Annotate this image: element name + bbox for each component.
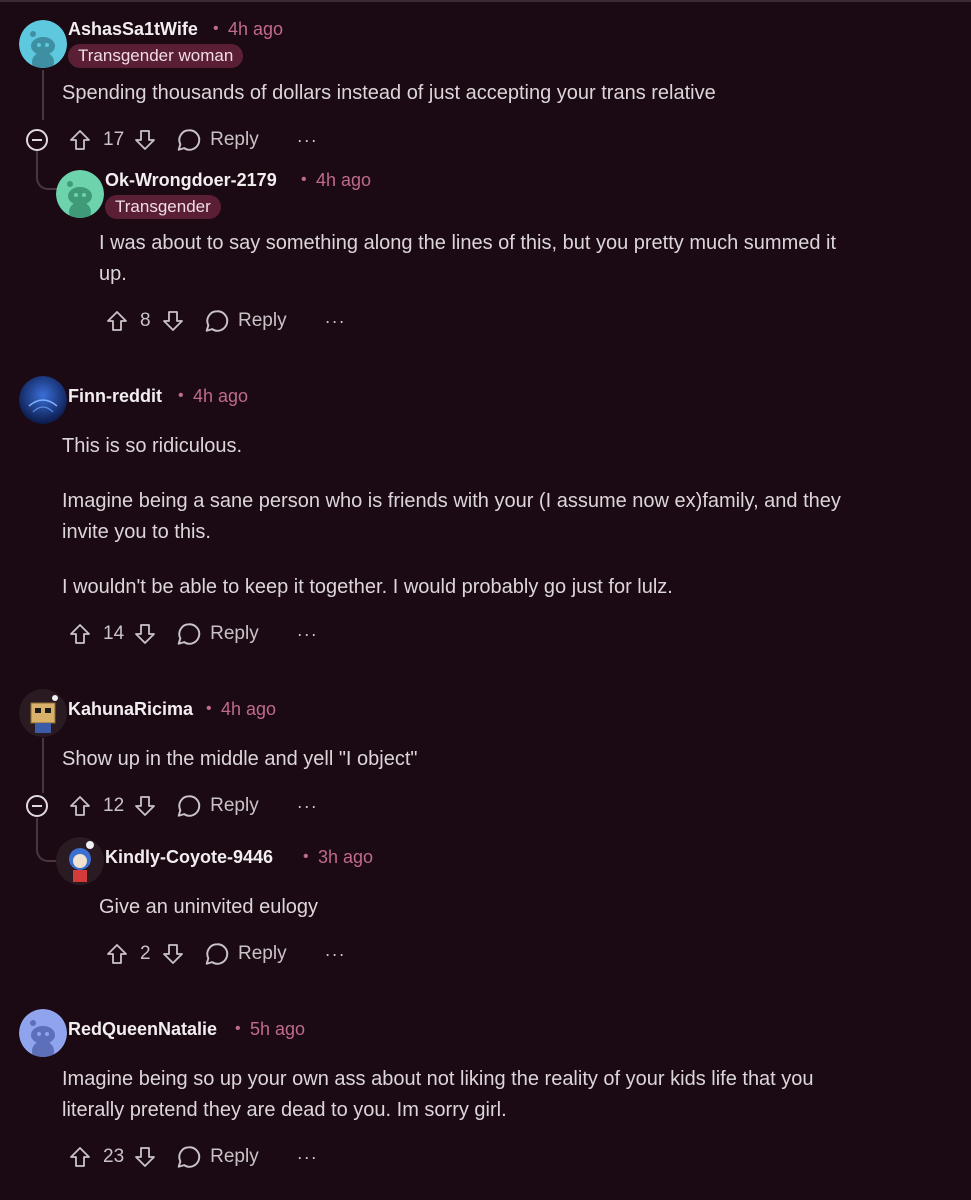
comment-body: I was about to say something along the l…: [99, 232, 837, 285]
reply-button[interactable]: Reply: [204, 308, 287, 334]
snoo-avatar-icon: [19, 1009, 67, 1057]
username[interactable]: AshasSa1tWife: [68, 19, 198, 40]
reply-button[interactable]: Reply: [176, 1144, 259, 1170]
reply-label: Reply: [210, 623, 259, 644]
arrow-down-icon[interactable]: [160, 941, 186, 967]
vote-score: 23: [103, 1146, 125, 1167]
vote-score: 17: [103, 129, 125, 150]
reply-button[interactable]: Reply: [176, 793, 259, 819]
timestamp: 5h ago: [250, 1019, 306, 1039]
reply-label: Reply: [238, 310, 287, 331]
username[interactable]: Finn-reddit: [68, 386, 162, 407]
collapse-icon[interactable]: [26, 129, 48, 151]
more-options-button[interactable]: ···: [297, 1147, 318, 1168]
thread-line: [42, 70, 44, 120]
speech-bubble-icon: [205, 943, 229, 965]
arrow-up-icon[interactable]: [67, 793, 93, 819]
separator-dot: •: [301, 171, 307, 188]
comment-actions: 14 Reply ···: [67, 619, 318, 649]
reply-button[interactable]: Reply: [204, 941, 287, 967]
comment-body: Spending thousands of dollars instead of…: [62, 82, 716, 104]
separator-dot: •: [303, 848, 309, 865]
arrow-down-icon[interactable]: [132, 127, 158, 153]
arrow-down-icon[interactable]: [132, 793, 158, 819]
arrow-up-icon[interactable]: [67, 621, 93, 647]
speech-bubble-icon: [177, 129, 201, 151]
comment-body: Show up in the middle and yell "I object…: [62, 748, 418, 770]
snoo-avatar-icon: [56, 170, 104, 218]
more-options-button[interactable]: ···: [297, 796, 318, 817]
arrow-up-icon[interactable]: [67, 1144, 93, 1170]
comment-actions: 23 Reply ···: [67, 1142, 318, 1172]
reply-label: Reply: [210, 129, 259, 150]
user-avatar[interactable]: [56, 837, 104, 885]
more-options-button[interactable]: ···: [297, 130, 318, 151]
reply-label: Reply: [238, 943, 287, 964]
photo-avatar-icon: [19, 376, 67, 424]
snoo-avatar-icon: [19, 20, 67, 68]
separator-dot: •: [235, 1020, 241, 1037]
user-avatar[interactable]: [19, 689, 67, 737]
thread-line: [42, 738, 44, 793]
reply-button[interactable]: Reply: [176, 127, 259, 153]
username[interactable]: KahunaRicima: [68, 699, 193, 720]
reply-label: Reply: [210, 1146, 259, 1167]
separator-dot: •: [206, 700, 212, 717]
more-options-button[interactable]: ···: [297, 624, 318, 645]
timestamp: 3h ago: [318, 847, 374, 867]
speech-bubble-icon: [205, 310, 229, 332]
comment-actions: 2 Reply ···: [104, 939, 346, 969]
comment-actions: 8 Reply ···: [104, 306, 346, 336]
timestamp: 4h ago: [193, 386, 249, 406]
arrow-up-icon[interactable]: [104, 941, 130, 967]
comment-body: This is so ridiculous. Imagine being a s…: [62, 435, 841, 598]
arrow-up-icon[interactable]: [104, 308, 130, 334]
comment-body: Imagine being so up your own ass about n…: [62, 1068, 814, 1121]
collapse-icon[interactable]: [26, 795, 48, 817]
vote-score: 8: [140, 310, 151, 331]
thread-elbow: [36, 150, 58, 190]
comment-actions: 17 Reply ···: [67, 125, 318, 155]
comment-actions: 12 Reply ···: [67, 791, 318, 821]
speech-bubble-icon: [177, 1146, 201, 1168]
arrow-up-icon[interactable]: [67, 127, 93, 153]
timestamp: 4h ago: [316, 170, 372, 190]
box-character-avatar-icon: [19, 689, 67, 737]
user-avatar[interactable]: [19, 376, 67, 424]
user-flair: Transgender: [105, 195, 221, 219]
more-options-button[interactable]: ···: [325, 944, 346, 965]
reply-button[interactable]: Reply: [176, 621, 259, 647]
vote-score: 12: [103, 795, 125, 816]
thread-elbow: [36, 818, 58, 862]
timestamp: 4h ago: [228, 19, 284, 39]
more-options-button[interactable]: ···: [325, 311, 346, 332]
comment-body: Give an uninvited eulogy: [99, 896, 319, 918]
speech-bubble-icon: [177, 623, 201, 645]
user-avatar[interactable]: [19, 1009, 67, 1057]
top-divider: [0, 0, 971, 2]
username[interactable]: Ok-Wrongdoer-2179: [105, 170, 277, 191]
username[interactable]: RedQueenNatalie: [68, 1019, 217, 1040]
separator-dot: •: [178, 387, 184, 404]
character-avatar-icon: [56, 837, 104, 885]
reply-label: Reply: [210, 795, 259, 816]
user-avatar[interactable]: [56, 170, 104, 218]
user-flair: Transgender woman: [68, 44, 244, 68]
separator-dot: •: [213, 20, 219, 37]
vote-score: 2: [140, 943, 151, 964]
timestamp: 4h ago: [221, 699, 277, 719]
user-avatar[interactable]: [19, 20, 67, 68]
arrow-down-icon[interactable]: [160, 308, 186, 334]
arrow-down-icon[interactable]: [132, 1144, 158, 1170]
arrow-down-icon[interactable]: [132, 621, 158, 647]
vote-score: 14: [103, 623, 125, 644]
speech-bubble-icon: [177, 795, 201, 817]
username[interactable]: Kindly-Coyote-9446: [105, 847, 273, 868]
